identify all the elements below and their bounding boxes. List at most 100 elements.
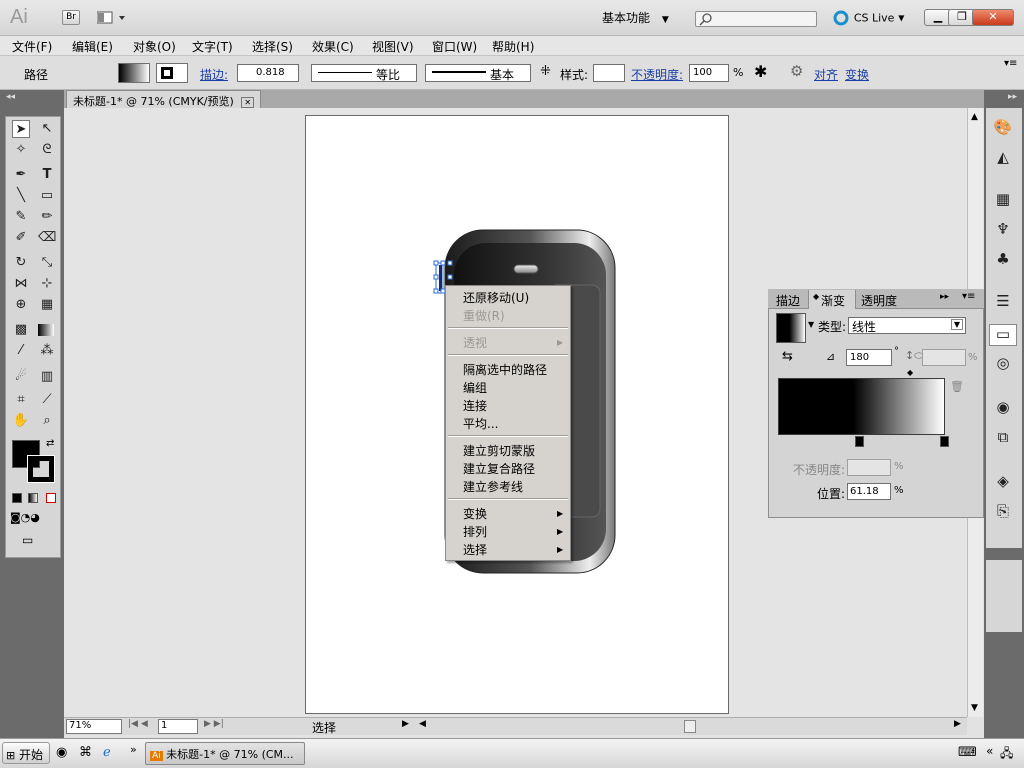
gradient-preview-swatch[interactable]: [776, 313, 806, 343]
collapse-icon[interactable]: ◂◂: [6, 92, 15, 102]
drawing-modes-icon[interactable]: ◙◔◕: [10, 511, 40, 524]
rotate-tool-icon[interactable]: ↻: [12, 254, 30, 272]
horizontal-scroll-thumb[interactable]: [684, 720, 696, 733]
workspace-switcher[interactable]: 基本功能 ▼: [602, 9, 669, 26]
tab-stroke[interactable]: 描边: [776, 292, 800, 309]
midpoint-diamond-icon[interactable]: ◆: [907, 368, 913, 377]
last-artboard-icon[interactable]: ▶ ▶|: [204, 719, 224, 729]
gradient-stop-left[interactable]: [855, 436, 864, 447]
context-item-compound-path[interactable]: 建立复合路径: [463, 460, 535, 477]
shape-builder-tool-icon[interactable]: ⊕: [12, 296, 30, 314]
graphic-styles-icon[interactable]: ⧉: [989, 428, 1017, 450]
mesh-tool-icon[interactable]: ▩: [12, 321, 30, 339]
pencil-tool-icon[interactable]: ✏: [38, 208, 56, 226]
menu-object[interactable]: 对象(O): [133, 38, 176, 55]
menu-select[interactable]: 选择(S): [252, 38, 293, 55]
stroke-link[interactable]: 描边:: [200, 66, 228, 83]
stroke-panel-icon[interactable]: ☰: [989, 292, 1017, 314]
tab-transparency[interactable]: 透明度: [861, 292, 897, 309]
rectangle-tool-icon[interactable]: ▭: [38, 187, 56, 205]
context-item-average[interactable]: 平均...: [463, 415, 498, 432]
slice-tool-icon[interactable]: ⟋: [38, 391, 56, 409]
zoom-select[interactable]: 71%: [66, 719, 122, 734]
lasso-tool-icon[interactable]: ᘓ: [38, 141, 56, 159]
graphic-style-select[interactable]: [593, 64, 625, 82]
opacity-input[interactable]: 100: [689, 64, 729, 82]
stroke-swatch[interactable]: [27, 455, 55, 483]
menu-edit[interactable]: 编辑(E): [72, 38, 113, 55]
context-item-make-guides[interactable]: 建立参考线: [463, 478, 523, 495]
panel-collapse-icon[interactable]: ▸▸: [940, 292, 949, 302]
swatches-panel-icon[interactable]: ▦: [989, 190, 1017, 212]
tab-gradient[interactable]: ◆ 渐变: [808, 290, 856, 309]
brush-definition-select[interactable]: 基本: [425, 64, 531, 82]
quicklaunch-browser-icon[interactable]: ◉: [56, 745, 67, 760]
network-icon[interactable]: 🖧: [1000, 744, 1013, 765]
perspective-grid-tool-icon[interactable]: ▦: [38, 296, 56, 314]
start-button[interactable]: ⊞ 开始: [2, 742, 50, 764]
type-tool-icon[interactable]: T: [38, 166, 56, 184]
eyedropper-tool-icon[interactable]: ⁄: [12, 342, 30, 360]
paintbrush-tool-icon[interactable]: ✎: [12, 208, 30, 226]
column-graph-tool-icon[interactable]: ▥: [38, 368, 56, 386]
menu-file[interactable]: 文件(F): [12, 38, 52, 55]
close-icon[interactable]: ✕: [241, 97, 255, 108]
gradient-stop-right[interactable]: [940, 436, 949, 447]
menu-effect[interactable]: 效果(C): [312, 38, 354, 55]
color-panel-icon[interactable]: 🎨: [989, 118, 1017, 140]
blend-tool-icon[interactable]: ⁂: [38, 342, 56, 360]
fill-color-swatch[interactable]: [118, 63, 150, 83]
panel-menu-icon[interactable]: ▾≡: [962, 291, 975, 302]
scroll-right-icon[interactable]: ▶: [954, 719, 961, 729]
transform-link[interactable]: 变换: [845, 66, 869, 83]
context-item-clipping-mask[interactable]: 建立剪切蒙版: [463, 442, 535, 459]
close-button[interactable]: ✕: [972, 9, 1014, 26]
menu-type[interactable]: 文字(T): [192, 38, 233, 55]
line-tool-icon[interactable]: ╲: [12, 187, 30, 205]
free-transform-tool-icon[interactable]: ⊹: [38, 275, 56, 293]
context-item-arrange[interactable]: 排列: [463, 523, 487, 540]
context-item-isolate-path[interactable]: 隔离选中的路径: [463, 361, 547, 378]
quicklaunch-ie-icon[interactable]: ℯ: [103, 745, 111, 760]
gradient-slider[interactable]: [778, 378, 945, 435]
color-mode-icon[interactable]: [12, 493, 22, 503]
pen-tool-icon[interactable]: ✒: [12, 166, 30, 184]
first-artboard-icon[interactable]: |◀ ◀: [128, 719, 148, 729]
gradient-tool-icon[interactable]: [38, 324, 54, 336]
keyboard-icon[interactable]: ⌨: [958, 745, 977, 760]
symbols-panel-icon[interactable]: ♣: [989, 250, 1017, 272]
artboard-number-select[interactable]: 1: [158, 719, 198, 734]
document-tab[interactable]: 未标题-1* @ 71% (CMYK/预览) ✕: [66, 90, 262, 108]
taskbar-illustrator-button[interactable]: Ai 未标题-1* @ 71% (CM...: [145, 742, 305, 765]
zoom-tool-icon[interactable]: ⌕: [38, 412, 56, 430]
help-search-input[interactable]: [695, 11, 817, 27]
opacity-link[interactable]: 不透明度:: [631, 66, 683, 83]
symbol-sprayer-tool-icon[interactable]: ☄: [12, 368, 30, 386]
context-item-select[interactable]: 选择: [463, 541, 487, 558]
quicklaunch-more-icon[interactable]: »: [130, 743, 137, 756]
magic-wand-tool-icon[interactable]: ✧: [12, 141, 30, 159]
status-text[interactable]: 选择: [312, 719, 336, 736]
direct-selection-tool-icon[interactable]: ↖: [38, 120, 56, 138]
swap-fill-stroke-icon[interactable]: ⇄: [46, 438, 54, 449]
menu-window[interactable]: 窗口(W): [432, 38, 477, 55]
context-item-join[interactable]: 连接: [463, 397, 487, 414]
tray-expand-icon[interactable]: «: [986, 744, 993, 758]
context-item-undo-move[interactable]: 还原移动(U): [463, 289, 529, 306]
delete-stop-icon[interactable]: 🗑: [950, 380, 964, 393]
variable-width-profile-select[interactable]: 等比: [311, 64, 417, 82]
gradient-mode-icon[interactable]: [28, 493, 38, 503]
scroll-down-icon[interactable]: ▼: [971, 703, 978, 713]
blob-brush-tool-icon[interactable]: ✐: [12, 229, 30, 247]
appearance-panel-icon[interactable]: ◉: [989, 398, 1017, 420]
width-tool-icon[interactable]: ⋈: [12, 275, 30, 293]
isolate-icon[interactable]: ⚙: [790, 62, 803, 80]
align-link[interactable]: 对齐: [814, 66, 838, 83]
quicklaunch-explorer-icon[interactable]: ⌘: [79, 745, 92, 760]
brushes-panel-icon[interactable]: ♆: [989, 220, 1017, 242]
menu-view[interactable]: 视图(V): [372, 38, 414, 55]
scale-tool-icon[interactable]: ⤡: [38, 254, 56, 272]
stroke-weight-input[interactable]: 0.818: [237, 64, 299, 82]
none-mode-icon[interactable]: [46, 493, 56, 503]
reverse-gradient-icon[interactable]: ⇆: [782, 349, 793, 364]
